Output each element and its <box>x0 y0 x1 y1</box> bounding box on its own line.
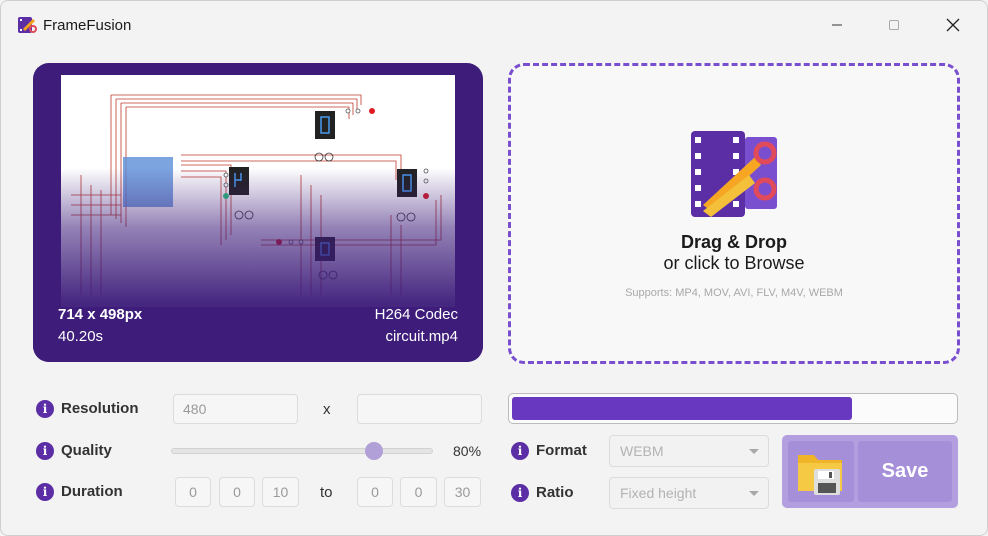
save-label: Save <box>858 441 952 502</box>
quality-value: 80% <box>453 443 482 459</box>
window-title: FrameFusion <box>43 17 132 34</box>
format-select[interactable]: WEBM <box>609 435 769 467</box>
duration-to-minutes[interactable]: 0 <box>400 477 437 507</box>
resolution-info-icon[interactable]: i <box>36 400 54 418</box>
supported-formats-text: Supports: MP4, MOV, AVI, FLV, M4V, WEBM <box>625 287 843 299</box>
file-drop-zone[interactable]: Drag & Drop or click to Browse Supports:… <box>508 63 960 364</box>
ratio-select-value: Fixed height <box>620 485 697 501</box>
close-icon <box>946 18 960 32</box>
video-codec: H264 Codec <box>374 306 458 323</box>
progress-fill <box>512 397 852 420</box>
drop-zone-title: Drag & Drop <box>680 232 787 252</box>
video-resolution: 714 x 498px <box>58 306 143 323</box>
duration-from-minutes[interactable]: 0 <box>219 477 255 507</box>
duration-separator: to <box>320 484 333 501</box>
close-button[interactable] <box>941 13 965 37</box>
duration-from-hours[interactable]: 0 <box>175 477 211 507</box>
duration-label: Duration <box>61 483 123 500</box>
quality-slider[interactable] <box>171 448 433 454</box>
resolution-width-input[interactable]: 480 <box>173 394 298 424</box>
minimize-icon <box>832 24 842 26</box>
quality-info-icon[interactable]: i <box>36 442 54 460</box>
maximize-button[interactable] <box>882 13 906 37</box>
video-duration: 40.20s <box>58 328 104 345</box>
save-button[interactable]: Save <box>782 435 958 508</box>
conversion-progress-bar <box>508 393 958 424</box>
maximize-icon <box>889 20 899 30</box>
video-preview-card: 714 x 498px 40.20s H264 Codec circuit.mp… <box>33 63 483 362</box>
ratio-info-icon[interactable]: i <box>511 484 529 502</box>
chevron-down-icon <box>749 491 759 496</box>
duration-from-seconds[interactable]: 10 <box>262 477 299 507</box>
title-bar: FrameFusion <box>1 1 987 49</box>
quality-label: Quality <box>61 442 112 459</box>
ratio-label: Ratio <box>536 484 574 501</box>
quality-slider-thumb[interactable] <box>365 442 383 460</box>
format-info-icon[interactable]: i <box>511 442 529 460</box>
minimize-button[interactable] <box>825 13 849 37</box>
duration-info-icon[interactable]: i <box>36 483 54 501</box>
app-logo-icon <box>17 15 37 35</box>
duration-to-hours[interactable]: 0 <box>357 477 393 507</box>
chevron-down-icon <box>749 449 759 454</box>
resolution-height-input[interactable] <box>357 394 482 424</box>
format-select-value: WEBM <box>620 443 664 459</box>
drop-zone-subtitle: or click to Browse <box>663 253 805 273</box>
resolution-label: Resolution <box>61 400 139 417</box>
video-edit-icon <box>689 127 779 224</box>
app-window: FrameFusion 714 x 498px 40.20s H264 Code… <box>0 0 988 536</box>
resolution-separator: x <box>323 401 331 418</box>
save-icon-area <box>788 441 854 502</box>
format-label: Format <box>536 442 587 459</box>
duration-to-seconds[interactable]: 30 <box>444 477 481 507</box>
ratio-select[interactable]: Fixed height <box>609 477 769 509</box>
folder-floppy-icon <box>798 455 842 495</box>
video-filename: circuit.mp4 <box>385 328 458 345</box>
